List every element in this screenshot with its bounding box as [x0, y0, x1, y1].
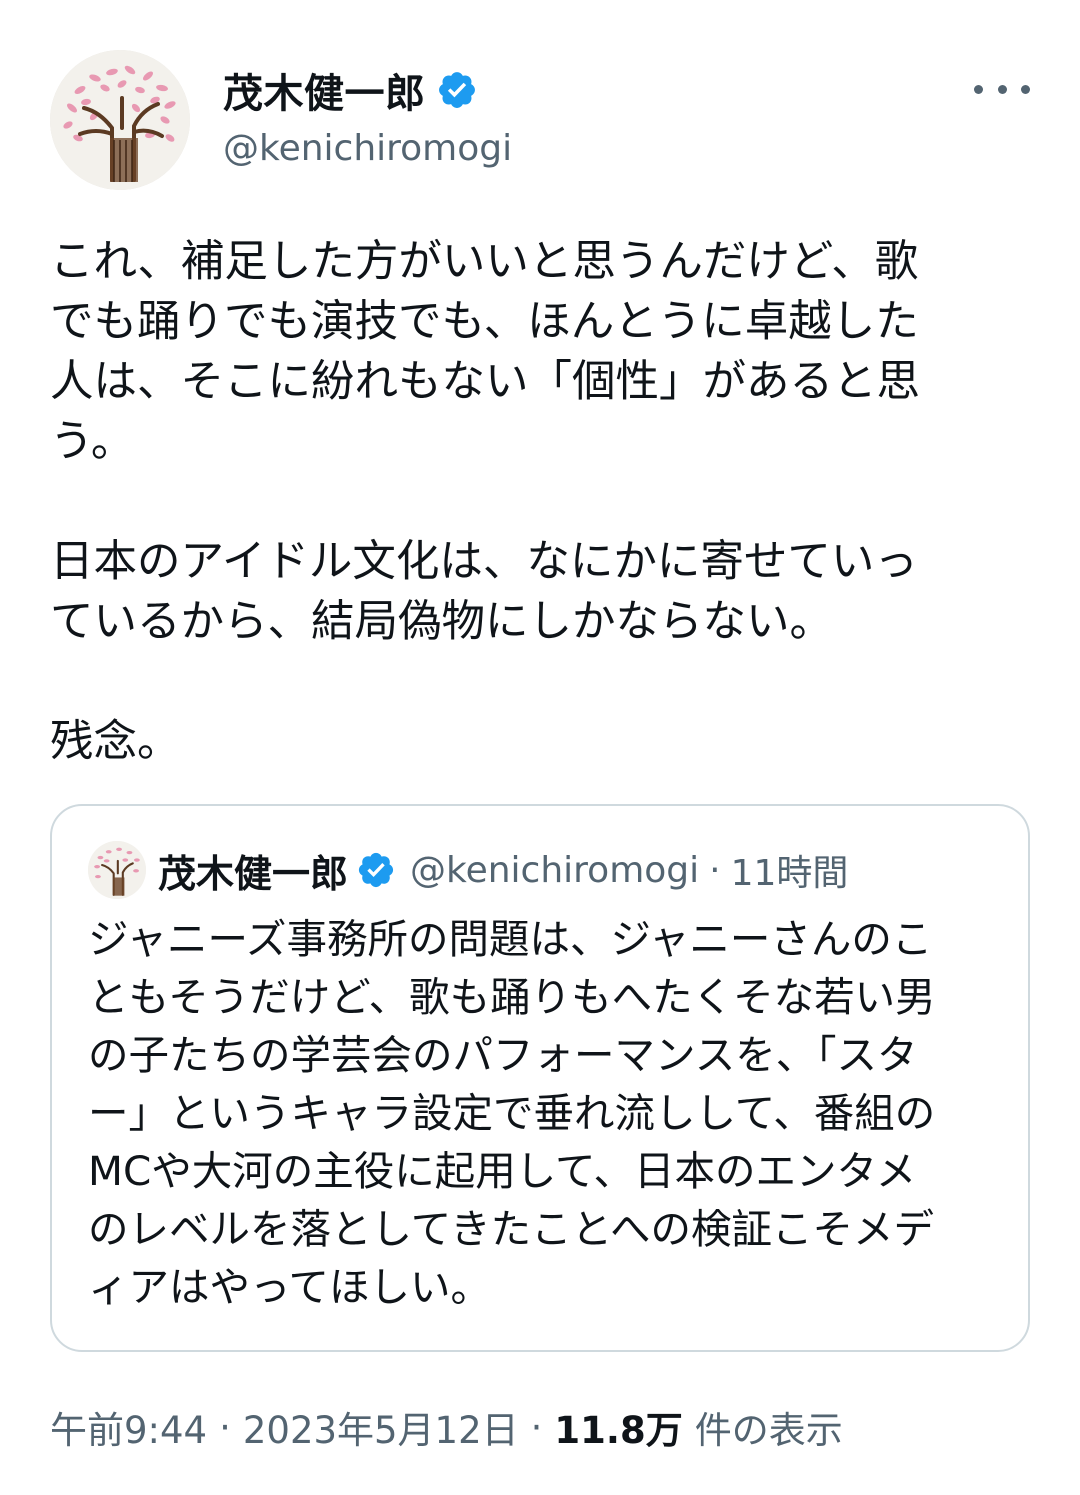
quoted-tweet-time: 11時間 [730, 853, 849, 894]
more-options-button[interactable] [974, 74, 1030, 104]
quoted-author-avatar [88, 841, 146, 899]
separator-dot: · [219, 1405, 231, 1449]
display-name-row: 茂木健一郎 [223, 61, 512, 119]
verified-badge-icon[interactable] [436, 69, 478, 111]
tweet-header: 茂木健一郎 @kenichiromogi [50, 50, 1030, 190]
author-avatar[interactable] [50, 50, 190, 190]
quoted-author-display-name: 茂木健一郎 [158, 851, 349, 896]
quoted-tweet-header: 茂木健一郎 @kenichiromogi · 11時間 [88, 840, 848, 900]
more-dot [997, 84, 1007, 94]
author-display-name[interactable]: 茂木健一郎 [223, 61, 426, 119]
author-handle[interactable]: @kenichiromogi [223, 128, 512, 169]
views-count: 11.8万 [554, 1409, 683, 1452]
cherry-tree-drawing-icon [88, 841, 146, 899]
separator-dot: · [530, 1405, 543, 1449]
quoted-tweet-text: ジャニーズ事務所の問題は、ジャニーさんのこ ともそうだけど、歌も踊りもへたくそな… [88, 915, 936, 1311]
tweet-time[interactable]: 午前9:44 [50, 1400, 207, 1454]
tweet-date[interactable]: 2023年5月12日 [243, 1400, 519, 1454]
author-names: 茂木健一郎 @kenichiromogi [223, 64, 512, 169]
tweet-text: これ、補足した方がいいと思うんだけど、歌 でも踊りでも演技でも、ほんとうに卓越し… [50, 237, 920, 767]
cherry-tree-drawing-icon [50, 50, 190, 190]
more-dot [1021, 84, 1030, 94]
quoted-tweet-card[interactable]: 茂木健一郎 @kenichiromogi · 11時間 ジャニーズ事務所の問題は… [50, 804, 1030, 1352]
views-label: 件の表示 [694, 1409, 843, 1452]
separator-dot: · [709, 849, 721, 891]
quoted-author-handle: @kenichiromogi [410, 849, 700, 891]
verified-badge-icon [358, 852, 394, 888]
more-dot [974, 84, 983, 94]
tweet-meta: 午前9:44 · 2023年5月12日 · 11.8万 件の表示 [50, 1400, 843, 1454]
